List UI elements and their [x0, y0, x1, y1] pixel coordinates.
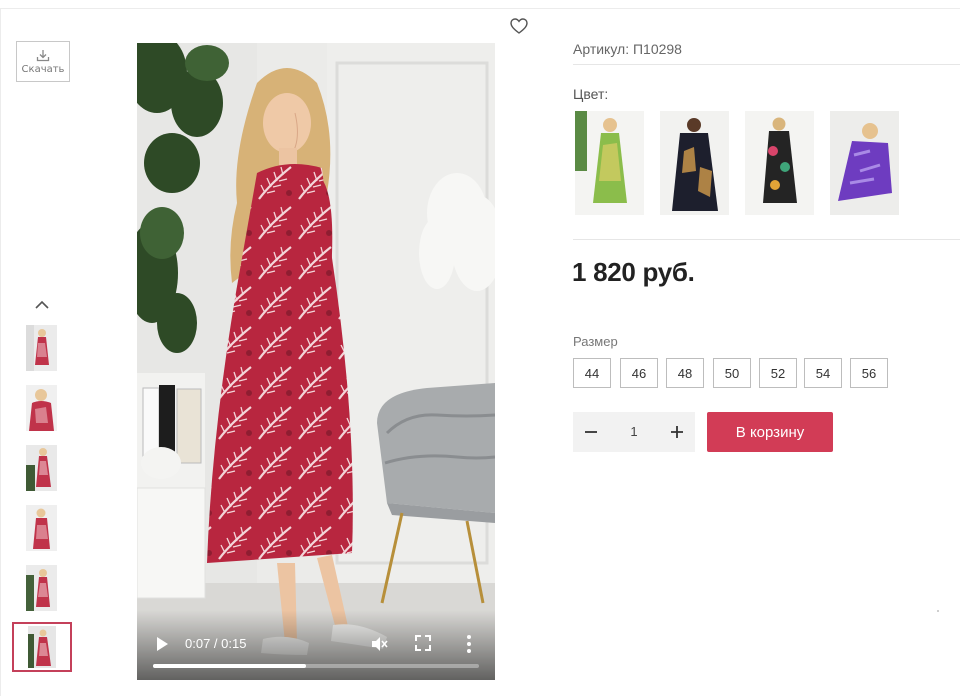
color-swatch-image — [660, 111, 729, 215]
download-icon — [36, 49, 50, 61]
article-number: Артикул: П10298 — [573, 41, 682, 57]
color-swatch-image — [830, 111, 899, 215]
color-swatch-black-floral[interactable] — [745, 111, 814, 215]
color-swatch-purple[interactable] — [830, 111, 899, 215]
size-option[interactable]: 44 — [573, 358, 611, 388]
color-swatch-image — [575, 111, 644, 215]
decorative-dot — [937, 610, 939, 612]
thumbnail-image — [26, 565, 57, 611]
color-swatch-green[interactable] — [575, 111, 644, 215]
size-label: Размер — [573, 334, 618, 349]
thumbnail-image — [26, 505, 57, 551]
page-top-divider — [0, 8, 960, 9]
color-label: Цвет: — [573, 86, 609, 102]
thumbnail-item[interactable] — [26, 565, 57, 611]
thumbnail-item[interactable] — [26, 385, 57, 431]
video-frame-image — [137, 43, 495, 680]
size-option[interactable]: 52 — [759, 358, 797, 388]
chevron-up-icon[interactable] — [33, 298, 51, 312]
divider — [573, 64, 960, 65]
download-button[interactable]: Скачать — [16, 41, 70, 82]
size-option[interactable]: 46 — [620, 358, 658, 388]
page-left-divider — [0, 8, 1, 696]
minus-icon[interactable] — [581, 422, 601, 442]
heart-icon[interactable] — [509, 16, 529, 36]
video-controls: 0:07 / 0:15 — [137, 610, 495, 680]
size-option[interactable]: 50 — [713, 358, 751, 388]
product-video[interactable]: 0:07 / 0:15 — [137, 43, 495, 680]
thumbnail-item-active[interactable] — [12, 622, 72, 672]
divider — [573, 239, 960, 240]
thumbnail-image — [26, 325, 57, 371]
video-progress-fill — [153, 664, 307, 668]
add-to-cart-button[interactable]: В корзину — [707, 412, 833, 452]
volume-muted-icon[interactable] — [370, 635, 388, 653]
size-option[interactable]: 54 — [804, 358, 842, 388]
fullscreen-icon[interactable] — [415, 635, 431, 651]
color-swatch-image — [745, 111, 814, 215]
size-option[interactable]: 56 — [850, 358, 888, 388]
video-time: 0:07 / 0:15 — [185, 636, 247, 651]
quantity-stepper: 1 — [573, 412, 695, 452]
thumbnail-item[interactable] — [26, 505, 57, 551]
thumbnail-image — [26, 385, 57, 431]
product-price: 1 820 руб. — [572, 257, 695, 287]
thumbnail-image — [28, 626, 56, 668]
quantity-value[interactable]: 1 — [623, 424, 645, 439]
video-progress-bar[interactable] — [153, 664, 479, 668]
more-options-icon[interactable] — [465, 634, 473, 654]
size-option[interactable]: 48 — [666, 358, 704, 388]
thumbnail-item[interactable] — [26, 325, 57, 371]
thumbnail-image — [26, 445, 57, 491]
thumbnail-item[interactable] — [26, 445, 57, 491]
play-icon[interactable] — [155, 636, 169, 652]
download-label: Скачать — [21, 63, 65, 75]
color-swatch-navy[interactable] — [660, 111, 729, 215]
plus-icon[interactable] — [667, 422, 687, 442]
